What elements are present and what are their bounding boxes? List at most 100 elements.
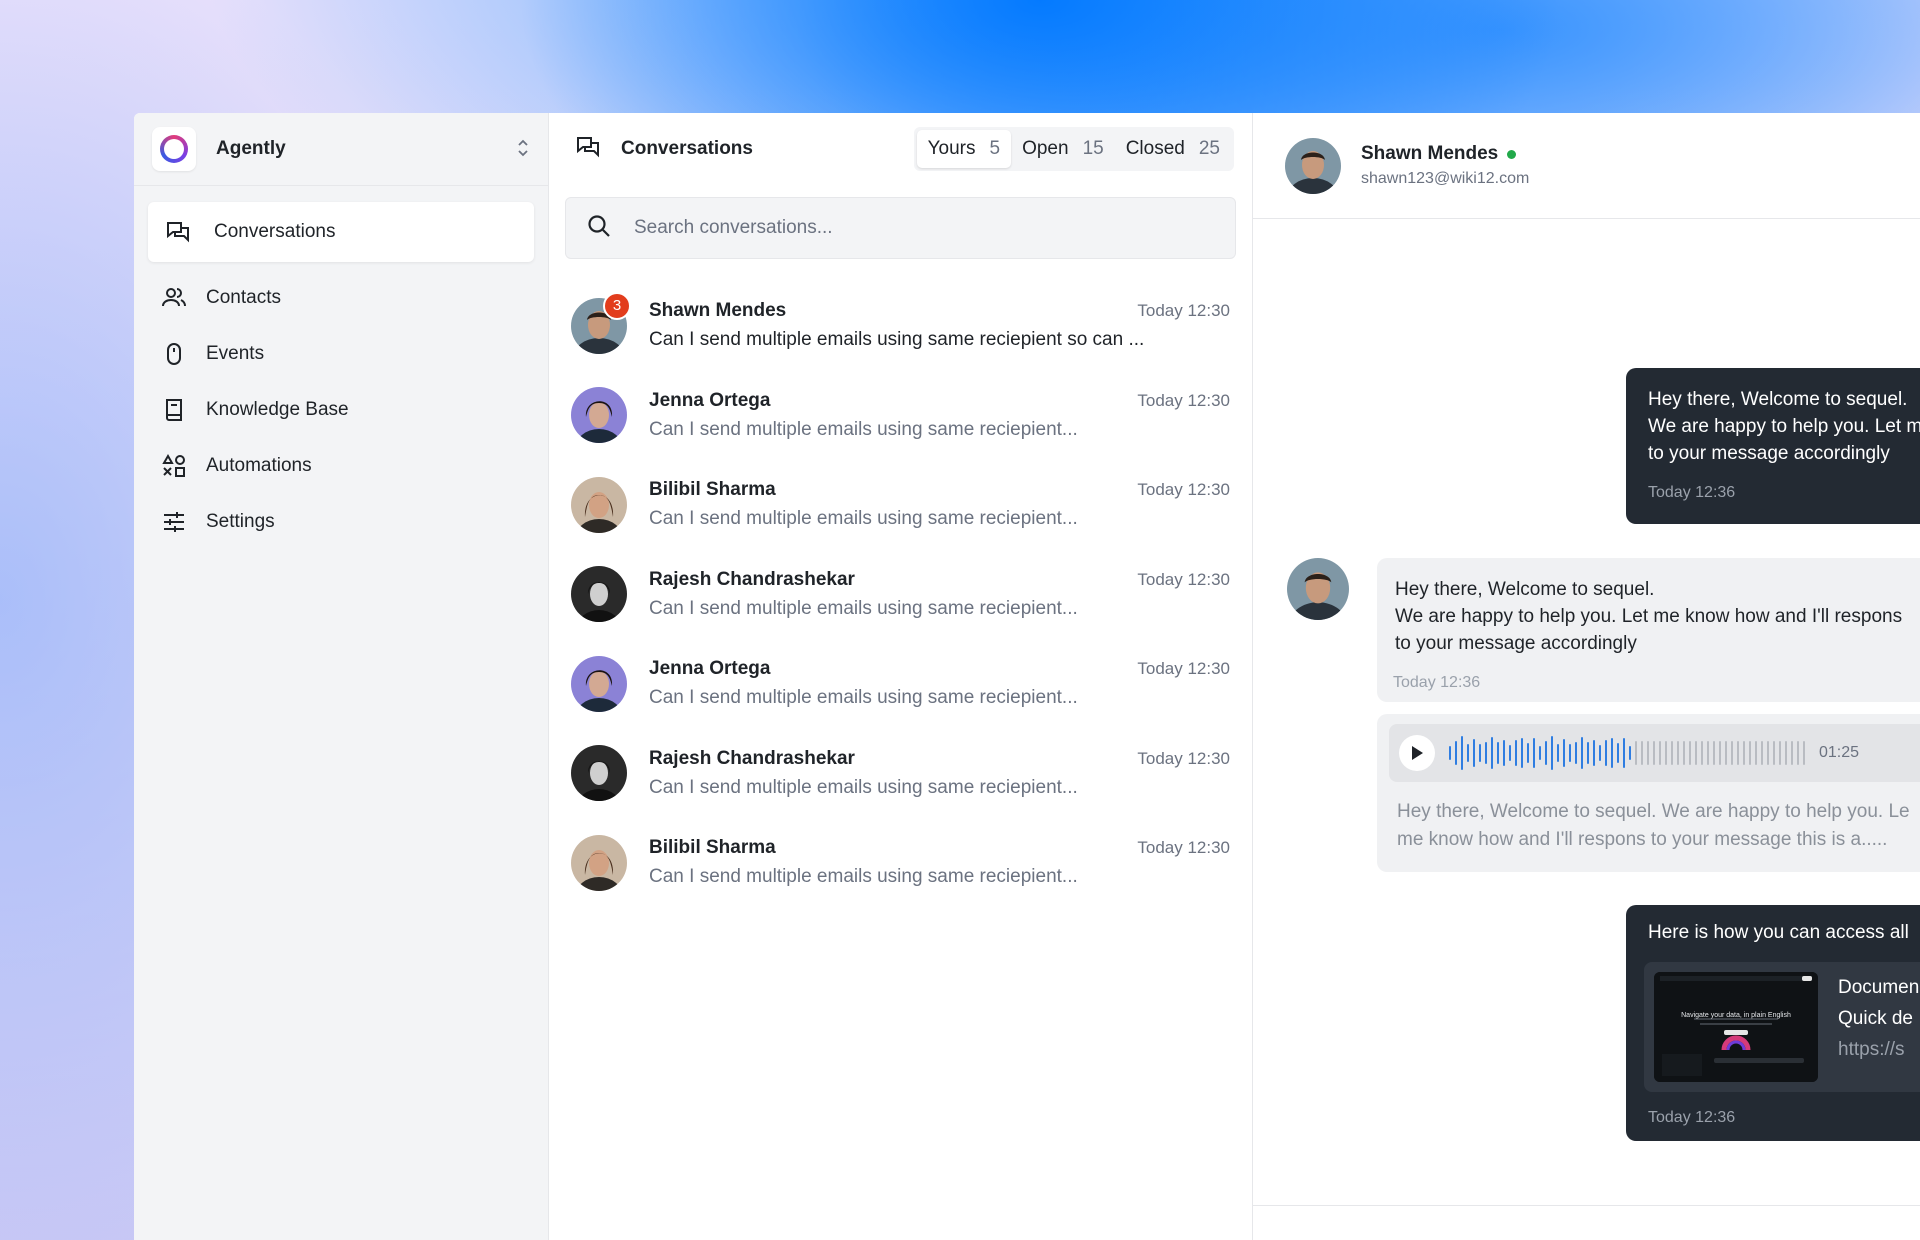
waveform-bar: [1587, 742, 1589, 764]
contact-name: Shawn Mendes: [649, 300, 787, 322]
play-button[interactable]: [1399, 735, 1435, 771]
tab-open[interactable]: Open 15: [1011, 130, 1115, 168]
chevron-up-down-icon[interactable]: [516, 137, 530, 162]
timestamp: Today 12:30: [1137, 301, 1230, 321]
avatar: 3: [571, 291, 631, 354]
brand-name: Agently: [216, 138, 286, 159]
online-status-dot: [1507, 149, 1517, 159]
unread-badge: 3: [603, 291, 631, 320]
waveform-bar: [1617, 743, 1619, 763]
waveform-bar: [1593, 740, 1595, 766]
waveform-bar: [1599, 745, 1601, 761]
voice-transcript: Hey there, Welcome to sequel. We are hap…: [1377, 782, 1920, 854]
waveform-bar: [1665, 741, 1667, 765]
sidebar-item-automations[interactable]: Automations: [148, 440, 534, 492]
waveform-bar: [1707, 741, 1709, 765]
waveform-bar: [1779, 741, 1781, 765]
waveform-bar: [1461, 736, 1463, 770]
outgoing-message: Hey there, Welcome to sequel. We are hap…: [1626, 368, 1920, 524]
search-box: [565, 197, 1236, 259]
list-item[interactable]: Jenna Ortega Today 12:30 Can I send mult…: [549, 371, 1252, 461]
audio-waveform[interactable]: [1449, 733, 1805, 773]
list-item[interactable]: Bilibil Sharma Today 12:30 Can I send mu…: [549, 818, 1252, 908]
avatar: [571, 834, 627, 891]
list-item[interactable]: Rajesh Chandrashekar Today 12:30 Can I s…: [549, 729, 1252, 819]
waveform-bar: [1659, 741, 1661, 765]
sidebar: Agently Conversations Contacts Events Kn…: [134, 113, 549, 1240]
waveform-bar: [1557, 744, 1559, 762]
waveform-bar: [1473, 739, 1475, 767]
incoming-message: Hey there, Welcome to sequel. We are hap…: [1377, 558, 1920, 702]
message-preview: Can I send multiple emails using same re…: [649, 329, 1145, 351]
waveform-bar: [1509, 745, 1511, 761]
waveform-bar: [1449, 746, 1451, 760]
list-item[interactable]: Jenna Ortega Today 12:30 Can I send mult…: [549, 639, 1252, 729]
transcript-line: Hey there, Welcome to sequel. We are hap…: [1397, 801, 1910, 822]
avatar: [571, 476, 627, 533]
transcript-line: me know how and I'll respons to your mes…: [1397, 829, 1888, 850]
shapes-icon: [160, 452, 188, 480]
waveform-bar: [1527, 743, 1529, 763]
tab-label: Yours: [927, 138, 976, 159]
sidebar-item-label: Conversations: [214, 221, 336, 242]
waveform-bar: [1467, 744, 1469, 762]
contact-name: Rajesh Chandrashekar: [649, 747, 855, 769]
brand-logo: [152, 127, 196, 171]
waveform-bar: [1803, 741, 1805, 765]
document-link-card[interactable]: Navigate your data, in plain English Doc…: [1644, 962, 1920, 1092]
waveform-bar: [1677, 741, 1679, 765]
waveform-bar: [1533, 738, 1535, 768]
message-line: to your message accordingly: [1648, 443, 1890, 464]
avatar: [571, 387, 627, 444]
waveform-bar: [1683, 741, 1685, 765]
tab-closed[interactable]: Closed 25: [1115, 130, 1231, 168]
contact-name: Bilibil Sharma: [649, 479, 776, 501]
waveform-bar: [1551, 736, 1553, 770]
sidebar-item-settings[interactable]: Settings: [148, 496, 534, 548]
sidebar-nav: Conversations Contacts Events Knowledge …: [134, 186, 548, 568]
waveform-bar: [1503, 740, 1505, 766]
message-line: to your message accordingly: [1395, 633, 1637, 654]
waveform-bar: [1785, 741, 1787, 765]
avatar[interactable]: [1285, 137, 1341, 194]
message-preview: Can I send multiple emails using same re…: [649, 597, 1078, 619]
waveform-bar: [1575, 742, 1577, 764]
contact-name: Rajesh Chandrashekar: [649, 568, 855, 590]
sidebar-item-conversations[interactable]: Conversations: [148, 202, 534, 262]
message-time: Today 12:36: [1393, 674, 1481, 691]
workspace-switcher[interactable]: Agently: [134, 113, 548, 186]
message-line: We are happy to help you. Let m: [1648, 416, 1920, 437]
document-url[interactable]: https://s: [1838, 1034, 1919, 1065]
conversation-list-panel: Conversations Yours 5 Open 15 Closed 25: [549, 113, 1253, 1240]
waveform-bar: [1761, 741, 1763, 765]
search-input[interactable]: [632, 216, 1215, 240]
waveform-bar: [1737, 741, 1739, 765]
chat-bubbles-icon: [164, 218, 192, 246]
message-preview: Can I send multiple emails using same re…: [649, 866, 1078, 888]
waveform-bar: [1629, 746, 1631, 760]
tab-yours[interactable]: Yours 5: [916, 130, 1012, 168]
book-icon: [160, 396, 188, 424]
contact-name: Jenna Ortega: [649, 389, 771, 411]
waveform-bar: [1689, 741, 1691, 765]
app-window: Agently Conversations Contacts Events Kn…: [134, 113, 1920, 1240]
audio-player: 01:25: [1389, 724, 1920, 782]
waveform-bar: [1767, 741, 1769, 765]
voice-message: 01:25 Hey there, Welcome to sequel. We a…: [1377, 714, 1920, 872]
waveform-bar: [1713, 741, 1715, 765]
sidebar-item-contacts[interactable]: Contacts: [148, 272, 534, 324]
sidebar-item-events[interactable]: Events: [148, 328, 534, 380]
list-item[interactable]: Bilibil Sharma Today 12:30 Can I send mu…: [549, 460, 1252, 550]
contact-email: shawn123@wiki12.com: [1361, 170, 1530, 187]
list-item[interactable]: 3 Shawn Mendes Today 12:30 Can I send mu…: [549, 281, 1252, 371]
waveform-bar: [1725, 741, 1727, 765]
list-item[interactable]: Rajesh Chandrashekar Today 12:30 Can I s…: [549, 550, 1252, 640]
message-preview: Can I send multiple emails using same re…: [649, 687, 1078, 709]
composer-divider: [1253, 1205, 1920, 1240]
avatar: [571, 566, 627, 623]
waveform-bar: [1497, 742, 1499, 764]
waveform-bar: [1485, 742, 1487, 764]
waveform-bar: [1749, 741, 1751, 765]
sidebar-item-knowledge-base[interactable]: Knowledge Base: [148, 384, 534, 436]
conversation-filter-tabs: Yours 5 Open 15 Closed 25: [913, 127, 1234, 171]
